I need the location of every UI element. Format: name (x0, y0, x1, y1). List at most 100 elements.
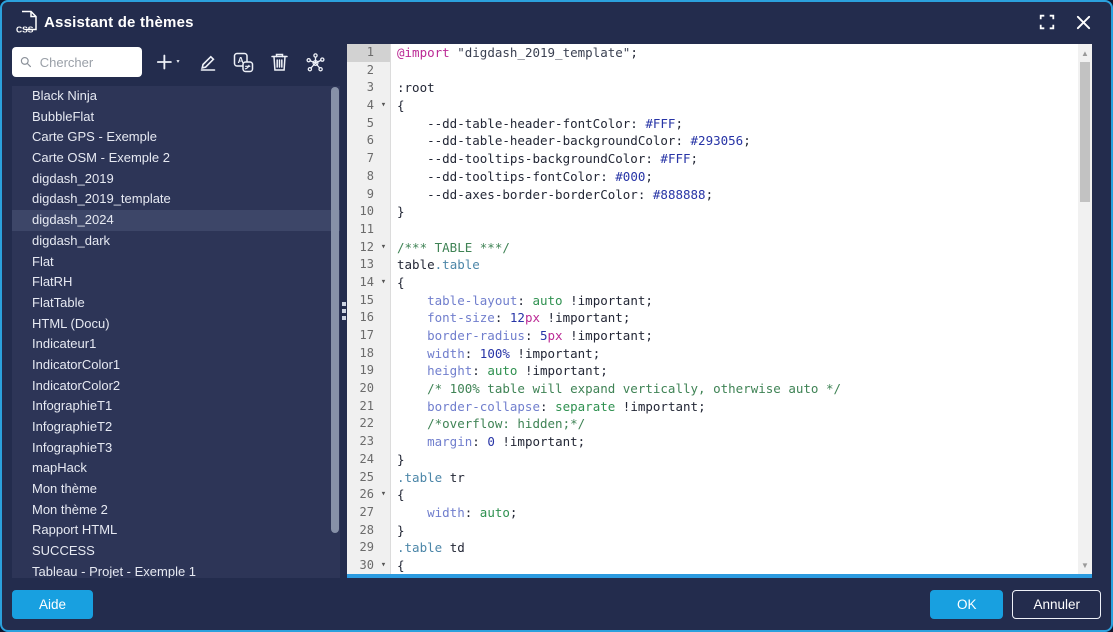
code-line[interactable]: /*** TABLE ***/ (391, 239, 510, 257)
code-line[interactable]: margin: 0 !important; (391, 433, 585, 451)
theme-toolbar: A (12, 44, 340, 80)
footer-bar: Aide OK Annuler (2, 578, 1111, 630)
code-line[interactable]: .table td (391, 539, 465, 557)
code-line[interactable] (391, 221, 397, 239)
title-bar: CSS Assistant de thèmes (2, 2, 1111, 42)
list-item[interactable]: digdash_dark (12, 231, 340, 252)
list-item[interactable]: Carte GPS - Exemple (12, 127, 340, 148)
theme-list-scrollbar-thumb[interactable] (331, 87, 339, 533)
code-line[interactable]: { (391, 486, 405, 504)
code-line[interactable]: border-collapse: separate !important; (391, 398, 706, 416)
code-line[interactable]: } (391, 522, 405, 540)
list-item[interactable]: Black Ninja (12, 86, 340, 107)
code-line[interactable]: /* 100% table will expand vertically, ot… (391, 380, 841, 398)
code-line[interactable]: table-layout: auto !important; (391, 292, 653, 310)
code-line[interactable]: --dd-axes-border-borderColor: #888888; (391, 186, 713, 204)
gutter-cell: 17 (347, 327, 391, 345)
theme-assistant-dialog: CSS Assistant de thèmes (0, 0, 1113, 632)
gutter-cell: 14▾ (347, 274, 391, 292)
list-item[interactable]: InfographieT2 (12, 417, 340, 438)
editor-scrollbar-thumb[interactable] (1080, 62, 1090, 202)
gutter-cell: 16 (347, 309, 391, 327)
line-number: 19 (347, 362, 377, 380)
list-item[interactable]: digdash_2019_template (12, 189, 340, 210)
list-item[interactable]: Carte OSM - Exemple 2 (12, 148, 340, 169)
code-line[interactable]: --dd-tooltips-backgroundColor: #FFF; (391, 150, 698, 168)
code-line[interactable] (391, 62, 397, 80)
line-number: 2 (347, 62, 377, 80)
code-line[interactable]: :root (391, 79, 435, 97)
gutter-cell: 11 (347, 221, 391, 239)
code-line[interactable]: font-size: 12px !important; (391, 309, 630, 327)
list-item[interactable]: FlatRH (12, 272, 340, 293)
scroll-up-arrow-icon[interactable]: ▲ (1078, 46, 1092, 60)
code-line[interactable]: { (391, 97, 405, 115)
code-line[interactable]: width: 100% !important; (391, 345, 600, 363)
code-line[interactable]: table.table (391, 256, 480, 274)
css-code-editor[interactable]: 1@import "digdash_2019_template";23:root… (347, 44, 1092, 578)
gutter-cell: 18 (347, 345, 391, 363)
ok-button[interactable]: OK (930, 590, 1004, 619)
search-box[interactable] (12, 47, 142, 77)
code-line[interactable]: --dd-table-header-fontColor: #FFF; (391, 115, 683, 133)
gutter-cell: 26▾ (347, 486, 391, 504)
line-number: 30 (347, 557, 377, 574)
fold-arrow-icon[interactable]: ▾ (377, 97, 390, 115)
code-line[interactable]: /*overflow: hidden;*/ (391, 415, 585, 433)
code-line[interactable]: height: auto !important; (391, 362, 608, 380)
panel-splitter[interactable] (340, 44, 347, 578)
list-item[interactable]: SUCCESS (12, 541, 340, 562)
help-button[interactable]: Aide (12, 590, 93, 619)
maximize-button[interactable] (1033, 8, 1061, 36)
translate-theme-button[interactable]: A (231, 50, 256, 75)
list-item[interactable]: Tableau - Projet - Exemple 1 (12, 562, 340, 578)
add-theme-button[interactable] (154, 50, 184, 74)
sidebar: A (12, 44, 340, 578)
list-item[interactable]: Indicateur1 (12, 334, 340, 355)
code-line[interactable]: } (391, 203, 405, 221)
cancel-button[interactable]: Annuler (1012, 590, 1101, 619)
fold-arrow-icon[interactable]: ▾ (377, 274, 390, 292)
line-number: 25 (347, 469, 377, 487)
list-item[interactable]: IndicatorColor1 (12, 355, 340, 376)
fold-arrow-icon[interactable]: ▾ (377, 557, 390, 574)
code-line[interactable]: .table tr (391, 469, 465, 487)
list-item[interactable]: FlatTable (12, 293, 340, 314)
close-button[interactable] (1069, 8, 1097, 36)
list-item[interactable]: IndicatorColor2 (12, 376, 340, 397)
fold-arrow-icon[interactable]: ▾ (377, 486, 390, 504)
list-item[interactable]: Mon thème 2 (12, 500, 340, 521)
list-item[interactable]: Mon thème (12, 479, 340, 500)
line-number: 15 (347, 292, 377, 310)
list-item[interactable]: Flat (12, 252, 340, 273)
list-item[interactable]: HTML (Docu) (12, 314, 340, 335)
code-line[interactable]: width: auto; (391, 504, 517, 522)
delete-theme-button[interactable] (268, 50, 291, 74)
list-item[interactable]: mapHack (12, 458, 340, 479)
gutter-cell: 5 (347, 115, 391, 133)
list-item[interactable]: InfographieT1 (12, 396, 340, 417)
gutter-cell: 4▾ (347, 97, 391, 115)
code-line[interactable]: --dd-tooltips-fontColor: #000; (391, 168, 653, 186)
code-line[interactable]: border-radius: 5px !important; (391, 327, 653, 345)
scroll-down-arrow-icon[interactable]: ▼ (1078, 558, 1092, 572)
line-number: 5 (347, 115, 377, 133)
list-item[interactable]: InfographieT3 (12, 438, 340, 459)
editor-scrollbar[interactable]: ▲ ▼ (1078, 44, 1092, 574)
line-number: 23 (347, 433, 377, 451)
code-line[interactable]: --dd-table-header-backgroundColor: #2930… (391, 132, 751, 150)
gutter-cell: 6 (347, 132, 391, 150)
search-input[interactable] (38, 54, 134, 71)
molecule-icon (305, 52, 326, 73)
code-line[interactable]: { (391, 274, 405, 292)
list-item[interactable]: digdash_2024 (12, 210, 340, 231)
list-item[interactable]: BubbleFlat (12, 107, 340, 128)
advanced-options-button[interactable] (303, 50, 328, 75)
code-line[interactable]: } (391, 451, 405, 469)
fold-arrow-icon[interactable]: ▾ (377, 239, 390, 257)
list-item[interactable]: digdash_2019 (12, 169, 340, 190)
edit-theme-button[interactable] (196, 50, 220, 74)
list-item[interactable]: Rapport HTML (12, 520, 340, 541)
code-line[interactable]: { (391, 557, 405, 574)
code-line[interactable]: @import "digdash_2019_template"; (391, 44, 638, 62)
